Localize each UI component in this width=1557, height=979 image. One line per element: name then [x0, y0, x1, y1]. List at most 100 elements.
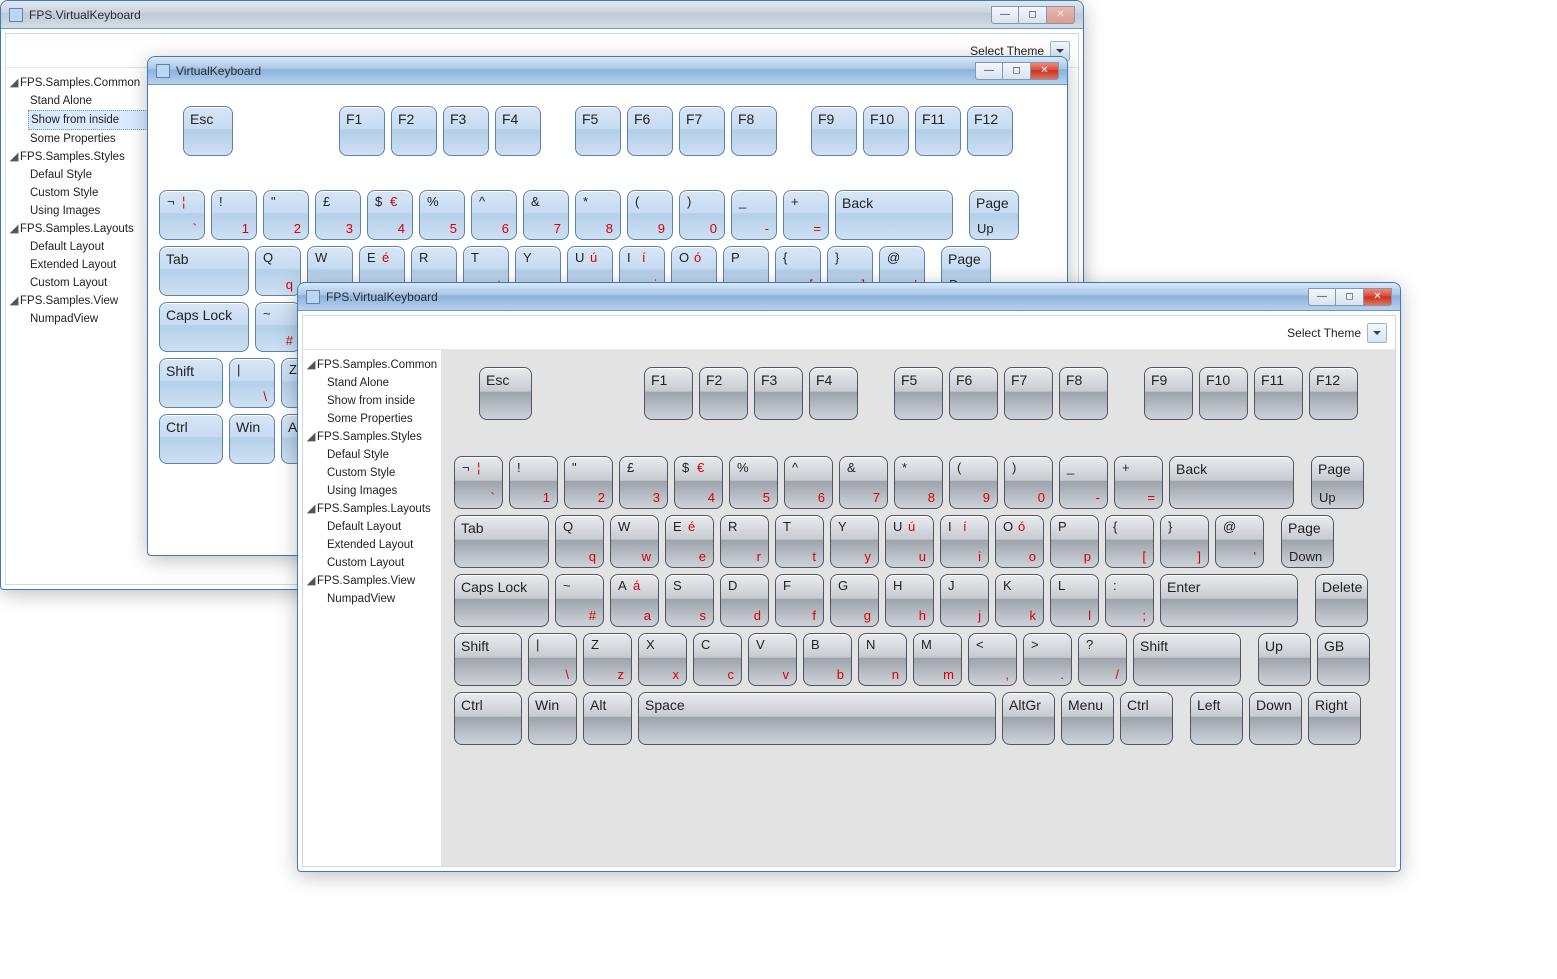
tree-item[interactable]: Custom Layout — [327, 554, 439, 572]
tree-item[interactable]: Defaul Style — [327, 446, 439, 464]
tree-item[interactable]: Extended Layout — [327, 536, 439, 554]
key[interactable]: Jj — [940, 574, 989, 627]
key[interactable]: F8 — [1059, 367, 1108, 420]
key[interactable]: F5 — [575, 106, 621, 156]
key[interactable]: Qq — [555, 515, 604, 568]
key[interactable]: !1 — [509, 456, 558, 509]
key[interactable]: :; — [1105, 574, 1154, 627]
key[interactable]: F12 — [967, 106, 1013, 156]
key[interactable]: Eée — [665, 515, 714, 568]
key[interactable]: Ww — [610, 515, 659, 568]
key[interactable]: ~# — [555, 574, 604, 627]
key[interactable]: Gg — [830, 574, 879, 627]
tree-group[interactable]: ◢FPS.Samples.Common — [305, 356, 439, 374]
key[interactable]: )0 — [679, 190, 725, 240]
tree-item[interactable]: Stand Alone — [327, 374, 439, 392]
minimize-button[interactable]: — — [975, 62, 1003, 80]
key[interactable]: Tt — [775, 515, 824, 568]
key[interactable]: Nn — [858, 633, 907, 686]
key[interactable]: Shift — [159, 358, 223, 408]
key[interactable]: $€4 — [674, 456, 723, 509]
tree-group[interactable]: ◢FPS.Samples.View — [305, 572, 439, 590]
key[interactable]: Ll — [1050, 574, 1099, 627]
key[interactable]: Ctrl — [1120, 692, 1173, 745]
key[interactable]: F11 — [915, 106, 961, 156]
minimize-button[interactable]: — — [1308, 288, 1336, 306]
key[interactable]: |\ — [528, 633, 577, 686]
key[interactable]: F2 — [391, 106, 437, 156]
tree-group[interactable]: ◢FPS.Samples.Layouts — [305, 500, 439, 518]
theme-dropdown[interactable] — [1367, 323, 1387, 343]
tree-group[interactable]: ◢FPS.Samples.Layouts — [8, 220, 154, 238]
tree-item[interactable]: NumpadView — [30, 310, 154, 328]
close-button[interactable]: ✕ — [1031, 62, 1059, 80]
key[interactable]: F2 — [699, 367, 748, 420]
key[interactable]: PageUp — [1311, 456, 1364, 509]
minimize-button[interactable]: — — [991, 6, 1019, 24]
key[interactable]: (9 — [949, 456, 998, 509]
tree-item[interactable]: Custom Layout — [30, 274, 154, 292]
key[interactable]: _- — [731, 190, 777, 240]
key[interactable]: *8 — [894, 456, 943, 509]
key[interactable]: Iíi — [940, 515, 989, 568]
key[interactable]: F4 — [495, 106, 541, 156]
key[interactable]: ¬¦` — [159, 190, 205, 240]
key[interactable]: PageDown — [1281, 515, 1334, 568]
key[interactable]: Back — [1169, 456, 1294, 509]
key[interactable]: F8 — [731, 106, 777, 156]
key[interactable]: Left — [1190, 692, 1243, 745]
key[interactable]: Ctrl — [454, 692, 522, 745]
key[interactable]: (9 — [627, 190, 673, 240]
key[interactable]: F5 — [894, 367, 943, 420]
key[interactable]: Vv — [748, 633, 797, 686]
key[interactable]: AltGr — [1002, 692, 1055, 745]
tree-item[interactable]: Defaul Style — [30, 166, 154, 184]
tree-item[interactable]: Show from inside — [28, 110, 154, 130]
tree-item[interactable]: Default Layout — [327, 518, 439, 536]
key[interactable]: F6 — [949, 367, 998, 420]
key[interactable]: Caps Lock — [159, 302, 249, 352]
key[interactable]: Oóo — [995, 515, 1044, 568]
key[interactable]: Menu — [1061, 692, 1114, 745]
key[interactable]: F7 — [679, 106, 725, 156]
key[interactable]: >. — [1023, 633, 1072, 686]
tree-group[interactable]: ◢FPS.Samples.Common — [8, 74, 154, 92]
tree-item[interactable]: Stand Alone — [30, 92, 154, 110]
key[interactable]: Dd — [720, 574, 769, 627]
key[interactable]: Ctrl — [159, 414, 223, 464]
key[interactable]: F10 — [1199, 367, 1248, 420]
key[interactable]: F9 — [1144, 367, 1193, 420]
key[interactable]: *8 — [575, 190, 621, 240]
key[interactable]: F6 — [627, 106, 673, 156]
maximize-button[interactable]: ◻ — [1336, 288, 1364, 306]
key[interactable]: Win — [229, 414, 275, 464]
key[interactable]: Xx — [638, 633, 687, 686]
key[interactable]: %5 — [729, 456, 778, 509]
key[interactable]: F7 — [1004, 367, 1053, 420]
tree-item[interactable]: Using Images — [30, 202, 154, 220]
key[interactable]: F3 — [754, 367, 803, 420]
key[interactable]: Up — [1258, 633, 1311, 686]
key[interactable]: PageUp — [969, 190, 1019, 240]
key[interactable]: "2 — [263, 190, 309, 240]
key[interactable]: Ss — [665, 574, 714, 627]
tree-item[interactable]: Using Images — [327, 482, 439, 500]
key[interactable]: Cc — [693, 633, 742, 686]
key[interactable]: Enter — [1160, 574, 1298, 627]
key[interactable]: Uúu — [885, 515, 934, 568]
key[interactable]: F3 — [443, 106, 489, 156]
key[interactable]: Right — [1308, 692, 1361, 745]
key[interactable]: ?/ — [1078, 633, 1127, 686]
key[interactable]: Esc — [183, 106, 233, 156]
key[interactable]: Space — [638, 692, 996, 745]
key[interactable]: F1 — [339, 106, 385, 156]
key[interactable]: Qq — [255, 246, 301, 296]
tree-item[interactable]: Some Properties — [327, 410, 439, 428]
key[interactable]: Bb — [803, 633, 852, 686]
key[interactable]: Ff — [775, 574, 824, 627]
key[interactable]: Down — [1249, 692, 1302, 745]
key[interactable]: £3 — [619, 456, 668, 509]
close-button[interactable]: ✕ — [1364, 288, 1392, 306]
key[interactable]: F10 — [863, 106, 909, 156]
close-button[interactable]: ✕ — [1047, 6, 1075, 24]
